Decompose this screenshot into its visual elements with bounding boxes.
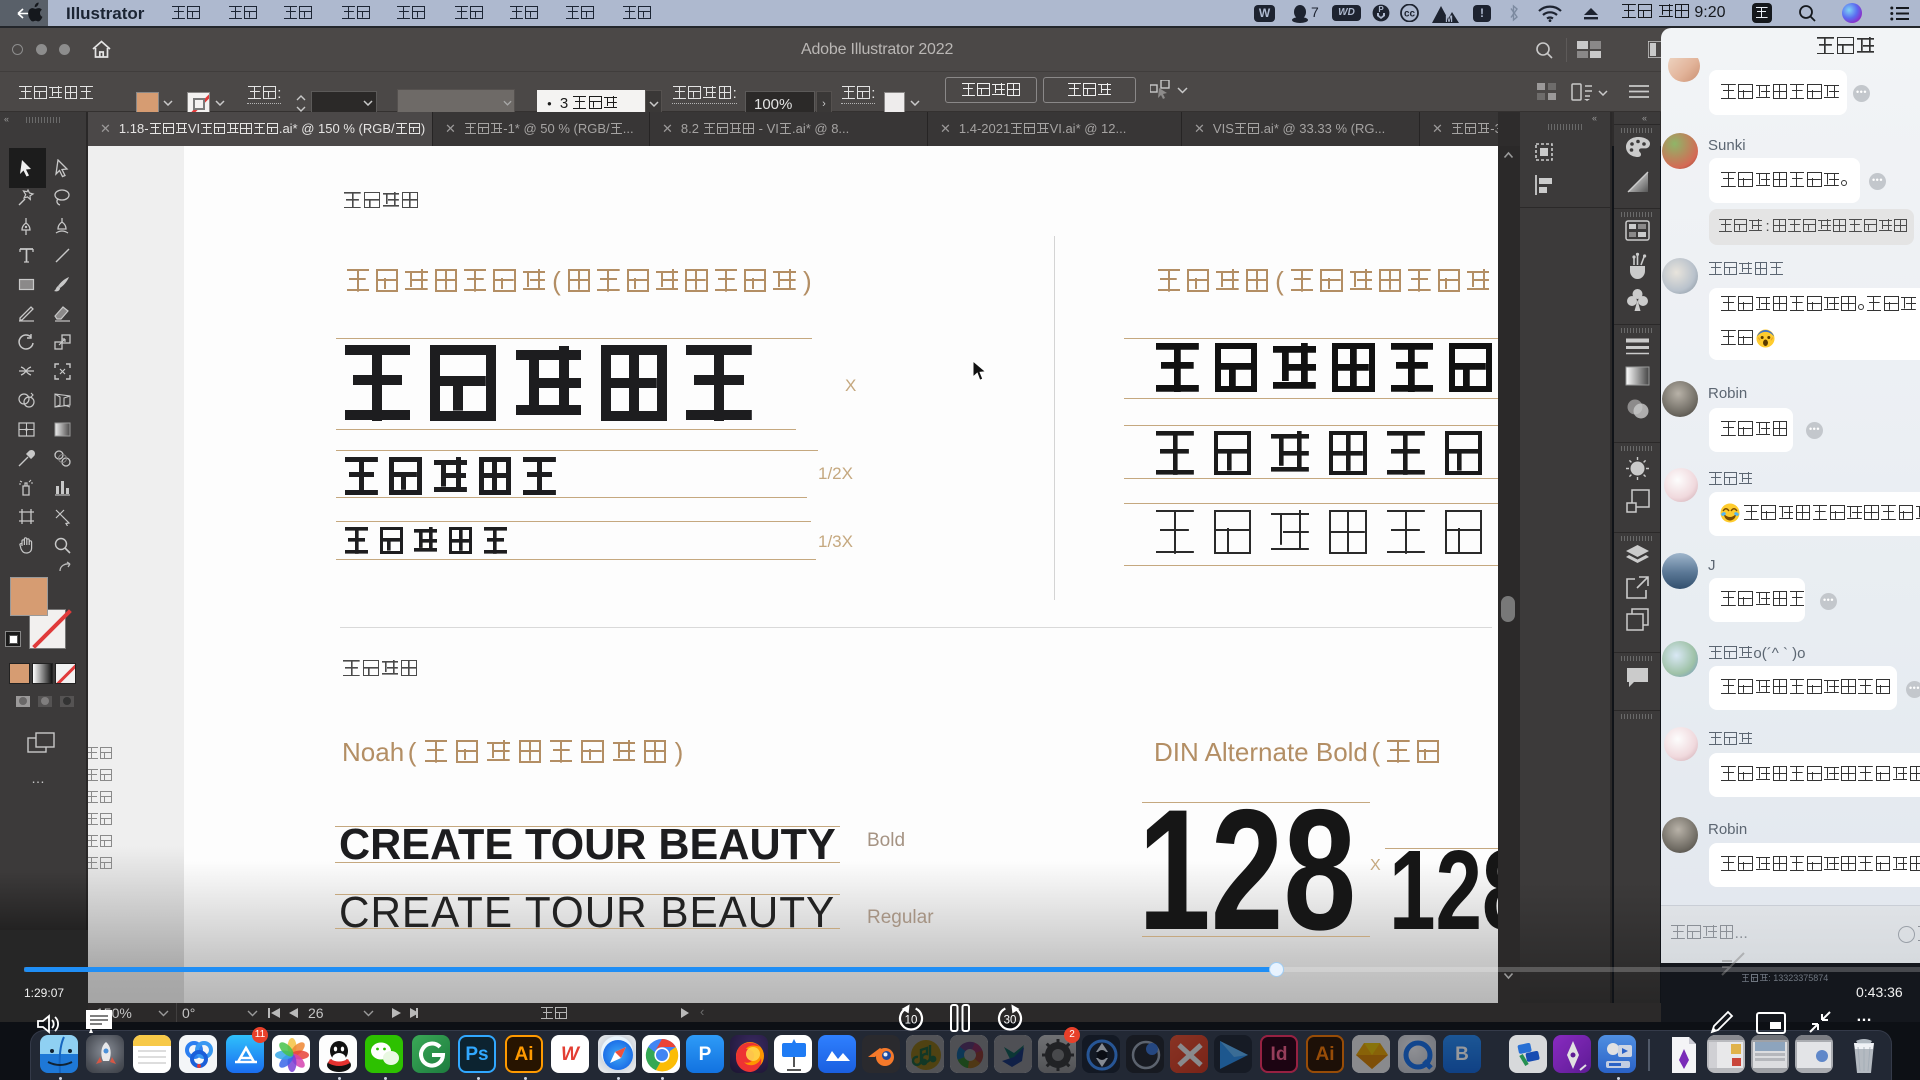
svg-text:30: 30 <box>1004 1015 1017 1027</box>
svg-text:10: 10 <box>905 1015 918 1027</box>
svg-text:cc: cc <box>1404 9 1416 20</box>
svg-text:P: P <box>1378 5 1384 14</box>
svg-text:M: M <box>1445 14 1453 23</box>
